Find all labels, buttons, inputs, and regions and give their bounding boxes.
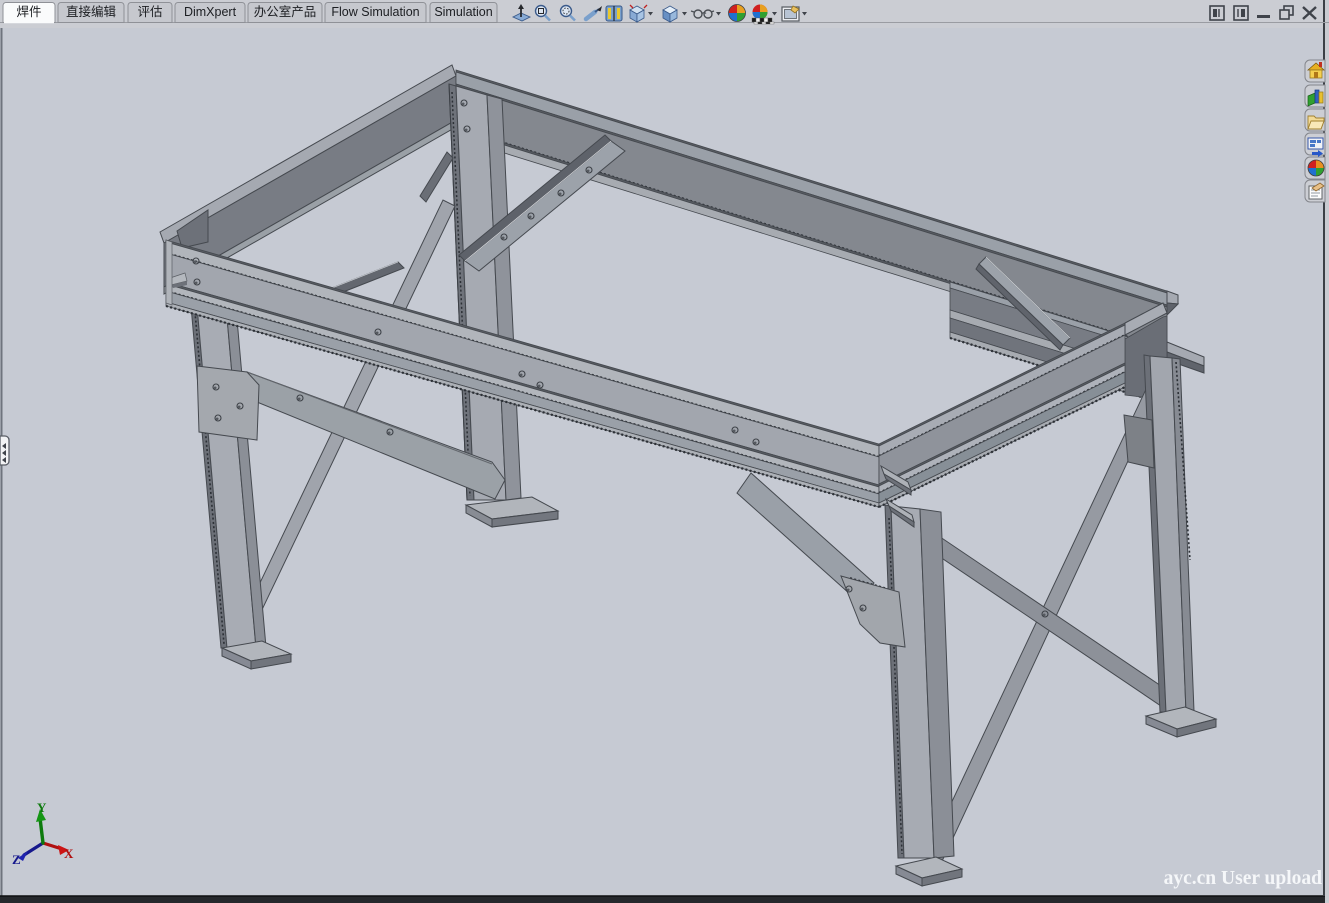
svg-text:焊件: 焊件 bbox=[16, 4, 41, 19]
svg-text:X: X bbox=[64, 846, 74, 861]
svg-text:直接编辑: 直接编辑 bbox=[66, 4, 116, 19]
svg-text:办公室产品: 办公室产品 bbox=[254, 4, 317, 19]
svg-text:Y: Y bbox=[37, 800, 47, 815]
svg-text:Z: Z bbox=[12, 852, 21, 867]
svg-text:ayc.cn User upload: ayc.cn User upload bbox=[1164, 868, 1323, 889]
svg-text:评估: 评估 bbox=[137, 5, 162, 19]
svg-text:DimXpert: DimXpert bbox=[184, 5, 237, 19]
svg-text:Flow Simulation: Flow Simulation bbox=[331, 5, 419, 19]
svg-text:Simulation: Simulation bbox=[434, 5, 492, 19]
